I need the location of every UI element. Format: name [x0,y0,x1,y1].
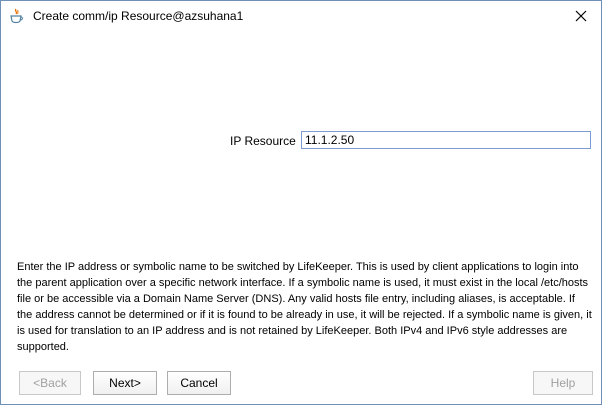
help-button[interactable]: Help [533,371,593,395]
dialog-window: Create comm/ip Resource@azsuhana1 IP Res… [0,0,602,405]
back-button[interactable]: <Back [19,371,81,395]
title-bar: Create comm/ip Resource@azsuhana1 [1,1,601,31]
window-title: Create comm/ip Resource@azsuhana1 [33,9,244,23]
close-icon [575,10,587,22]
java-icon [9,8,23,24]
help-description: Enter the IP address or symbolic name to… [17,261,592,353]
next-button[interactable]: Next> [93,371,157,395]
ip-resource-input[interactable] [301,131,591,149]
ip-resource-label: IP Resource [230,134,296,148]
cancel-button[interactable]: Cancel [167,371,231,395]
close-button[interactable] [567,3,595,29]
